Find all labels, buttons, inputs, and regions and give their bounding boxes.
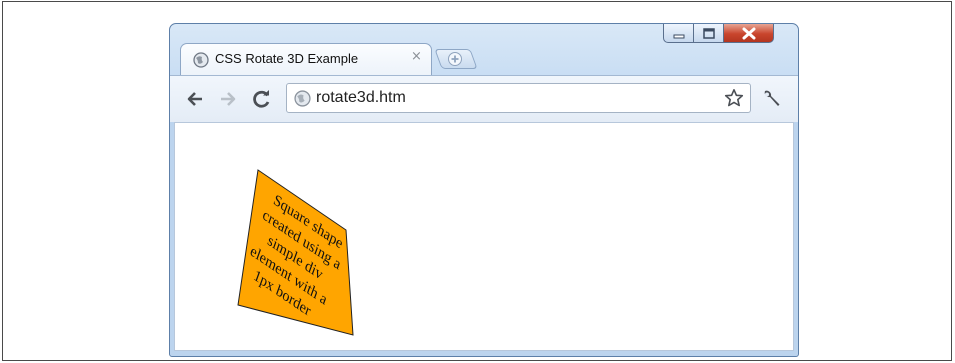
close-icon	[742, 27, 756, 40]
wrench-icon[interactable]	[760, 88, 782, 110]
arrow-left-icon[interactable]	[185, 89, 205, 109]
rotated-square-card: Square shape created using a simple div …	[175, 123, 795, 352]
maximize-icon	[703, 28, 715, 39]
minimize-button[interactable]	[663, 24, 694, 43]
page-viewport: Square shape created using a simple div …	[174, 122, 794, 351]
toolbar: rotate3d.htm	[170, 75, 798, 122]
maximize-button[interactable]	[694, 24, 724, 43]
close-button[interactable]	[724, 24, 774, 43]
tab-active[interactable]: CSS Rotate 3D Example ×	[180, 43, 432, 75]
window-controls	[663, 24, 791, 45]
tab-close-button[interactable]: ×	[411, 49, 422, 64]
arrow-right-icon[interactable]	[218, 89, 238, 109]
globe-icon	[294, 90, 311, 107]
minimize-icon	[673, 34, 685, 39]
globe-icon	[193, 52, 209, 68]
address-url: rotate3d.htm	[316, 89, 406, 106]
star-icon[interactable]	[724, 88, 744, 108]
tab-title: CSS Rotate 3D Example	[215, 51, 359, 66]
address-bar[interactable]: rotate3d.htm	[286, 83, 751, 113]
plus-icon	[448, 52, 462, 66]
reload-icon[interactable]	[252, 89, 272, 109]
browser-window: CSS Rotate 3D Example × rotate3d.htm Squ…	[169, 23, 799, 357]
